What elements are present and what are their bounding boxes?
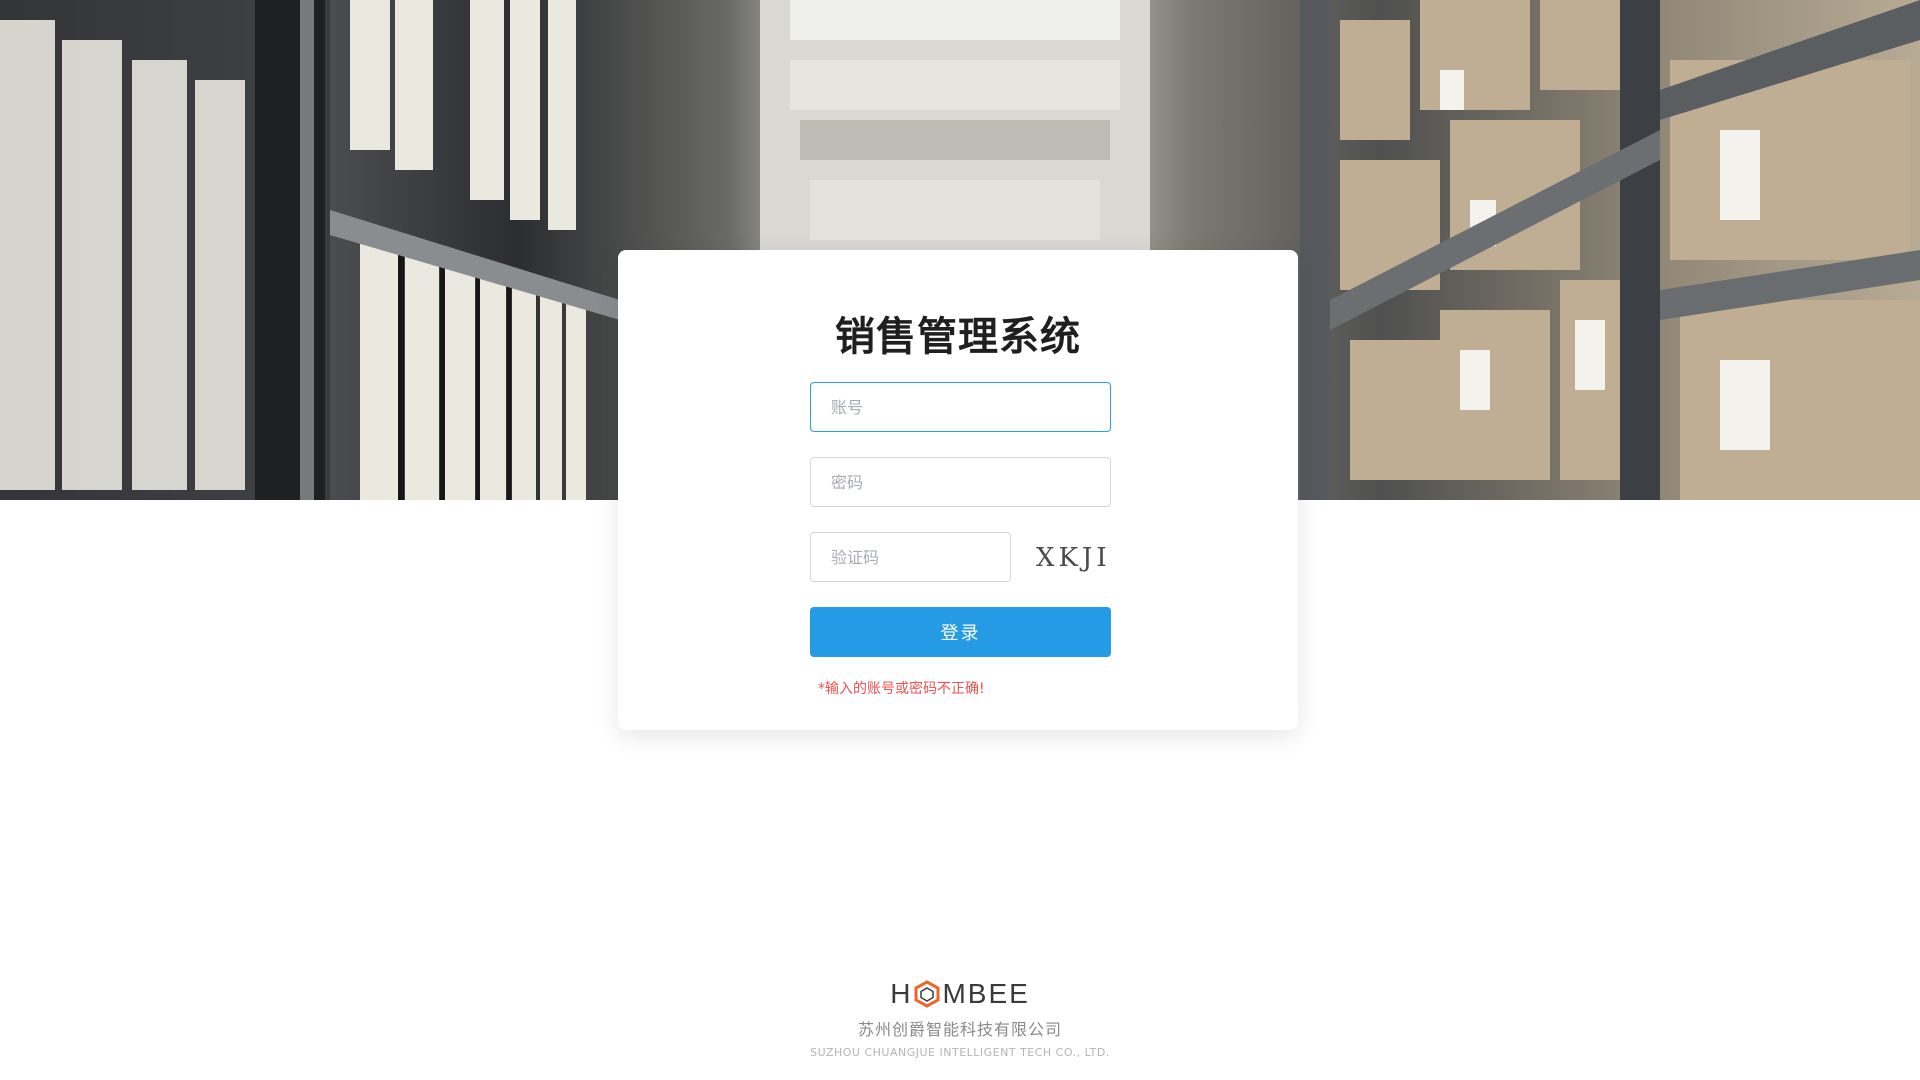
brand-prefix: H bbox=[890, 978, 913, 1009]
hexagon-logo-icon bbox=[914, 980, 940, 1008]
company-name-cn: 苏州创爵智能科技有限公司 bbox=[857, 1020, 1062, 1039]
account-input[interactable] bbox=[810, 382, 1111, 432]
captcha-input[interactable] bbox=[810, 532, 1011, 582]
company-name-en: SUZHOU CHUANGJUE INTELLIGENT TECH CO., L… bbox=[810, 1046, 1110, 1059]
footer: H MBEE 苏州创爵智能科技有限公司 SUZHOU CHUANGJUE INT… bbox=[0, 978, 1920, 1059]
login-button[interactable]: 登录 bbox=[810, 607, 1111, 657]
page-title: 销售管理系统 bbox=[835, 314, 1081, 360]
brand-suffix: MBEE bbox=[942, 978, 1030, 1009]
brand-logo: H MBEE bbox=[890, 978, 1030, 1010]
captcha-image[interactable]: XKJI bbox=[1036, 540, 1116, 576]
error-message: *输入的账号或密码不正确! bbox=[818, 681, 985, 697]
login-card: 销售管理系统 XKJI 登录 *输入的账号或密码不正确! bbox=[618, 250, 1298, 730]
password-input[interactable] bbox=[810, 457, 1111, 507]
